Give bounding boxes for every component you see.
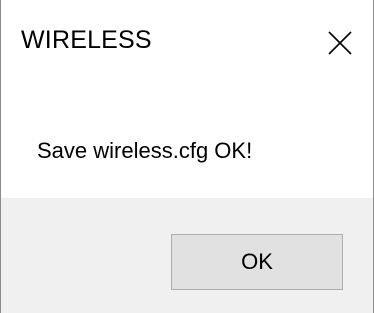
ok-button-label: OK xyxy=(241,249,273,274)
ok-button[interactable]: OK xyxy=(171,234,343,290)
close-button[interactable] xyxy=(317,20,363,66)
message-dialog: WIRELESS Save wireless.cfg OK! OK xyxy=(0,0,374,313)
dialog-content: Save wireless.cfg OK! xyxy=(1,86,373,198)
close-icon xyxy=(328,31,352,55)
title-bar: WIRELESS xyxy=(1,0,373,86)
dialog-message: Save wireless.cfg OK! xyxy=(37,138,253,163)
dialog-footer: OK xyxy=(1,198,373,313)
window-title: WIRELESS xyxy=(21,26,152,54)
